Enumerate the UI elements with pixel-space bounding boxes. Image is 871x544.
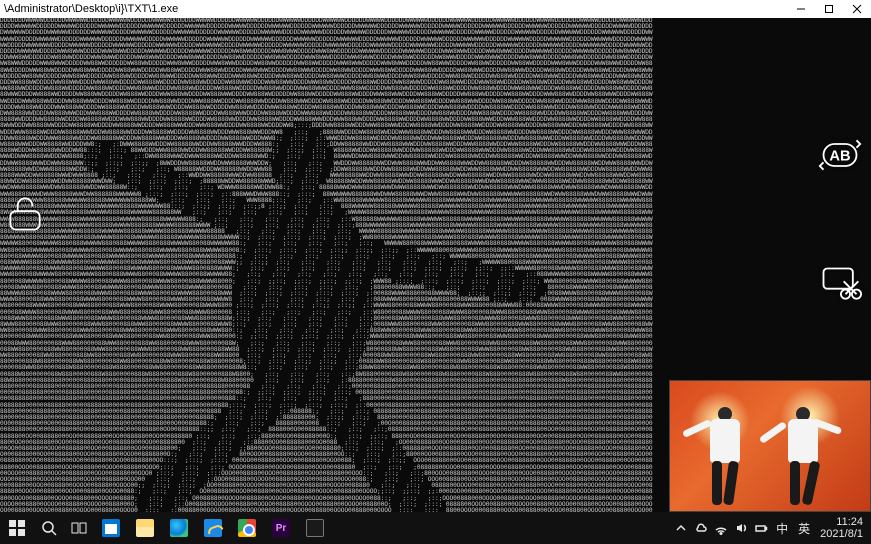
taskbar-app-chrome[interactable] bbox=[230, 512, 264, 544]
titlebar[interactable]: \Administrator\Desktop\i}\TXT\1.exe bbox=[0, 0, 871, 18]
tray-ime-secondary[interactable]: 英 bbox=[794, 512, 814, 544]
taskbar-pinned: Pr bbox=[0, 512, 332, 544]
tray-clock[interactable]: 11:24 2021/8/1 bbox=[816, 516, 867, 540]
tray-date: 2021/8/1 bbox=[820, 528, 863, 540]
ie-icon bbox=[204, 519, 222, 537]
tray-cloud-icon[interactable] bbox=[692, 512, 710, 544]
tray-time: 11:24 bbox=[836, 516, 863, 528]
svg-text:AB: AB bbox=[829, 149, 850, 165]
taskbar-app-premiere[interactable]: Pr bbox=[264, 512, 298, 544]
taskbar-app-edge[interactable] bbox=[162, 512, 196, 544]
close-button[interactable] bbox=[843, 0, 871, 18]
premiere-icon: Pr bbox=[272, 519, 290, 537]
pip-video-preview[interactable] bbox=[669, 380, 871, 512]
tray-chevron-up-icon[interactable] bbox=[672, 512, 690, 544]
tray-ime-primary[interactable]: 中 bbox=[772, 512, 792, 544]
window-title: \Administrator\Desktop\i}\TXT\1.exe bbox=[4, 3, 787, 15]
store-icon bbox=[102, 519, 120, 537]
folder-icon bbox=[136, 519, 154, 537]
tray-battery-icon[interactable] bbox=[752, 512, 770, 544]
lock-toggle[interactable] bbox=[2, 190, 48, 236]
console-icon bbox=[306, 519, 324, 537]
edge-icon bbox=[170, 519, 188, 537]
screenshot-clip-button[interactable] bbox=[817, 262, 863, 308]
window-controls bbox=[787, 0, 871, 18]
chrome-icon bbox=[238, 519, 256, 537]
tray-volume-icon[interactable] bbox=[732, 512, 750, 544]
tray-network-icon[interactable] bbox=[712, 512, 730, 544]
search-button[interactable] bbox=[34, 512, 64, 544]
start-button[interactable] bbox=[0, 512, 34, 544]
taskbar-app-file-explorer[interactable] bbox=[128, 512, 162, 544]
performer-figure bbox=[700, 407, 750, 507]
performer-figure bbox=[778, 407, 828, 507]
maximize-button[interactable] bbox=[815, 0, 843, 18]
taskbar: Pr 中 英 11:24 2021/8/1 bbox=[0, 512, 871, 544]
system-tray: 中 英 11:24 2021/8/1 bbox=[672, 512, 871, 544]
ab-loop-button[interactable]: AB bbox=[817, 132, 863, 178]
taskbar-app-console[interactable] bbox=[298, 512, 332, 544]
task-view-button[interactable] bbox=[64, 512, 94, 544]
taskbar-app-ie[interactable] bbox=[196, 512, 230, 544]
taskbar-app-store[interactable] bbox=[94, 512, 128, 544]
minimize-button[interactable] bbox=[787, 0, 815, 18]
